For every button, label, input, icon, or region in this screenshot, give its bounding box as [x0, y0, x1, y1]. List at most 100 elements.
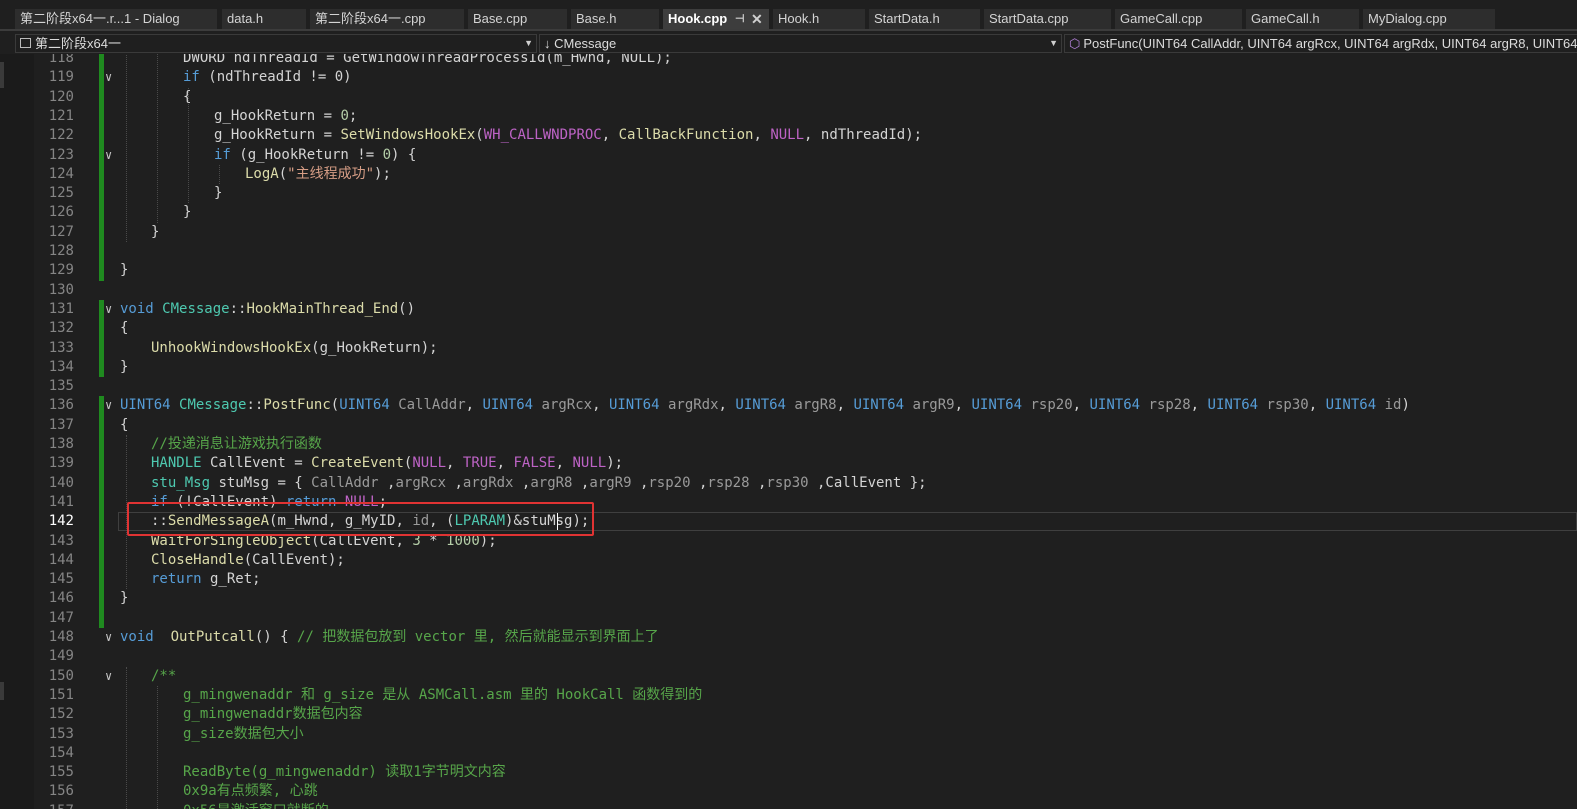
code-line[interactable]: 125} [0, 184, 1577, 203]
code-token: ReadByte(g_mingwenaddr) 读取1字节明文内容 [183, 764, 506, 781]
code-line[interactable]: 135 [0, 377, 1577, 396]
line-number: 121 [48, 107, 74, 124]
code-line[interactable]: 137 { [0, 416, 1577, 435]
code-line[interactable]: 121 g_HookReturn = 0; [0, 107, 1577, 126]
line-number: 136 [48, 397, 74, 414]
tab--x64-r-1-dialog[interactable]: 第二阶段x64一.r...1 - Dialog [15, 9, 218, 29]
scope-dropdown[interactable]: ↓ CMessage ▼ [539, 34, 1062, 53]
code-line[interactable]: 138 //投递消息让游戏执行函数 [0, 435, 1577, 454]
code-editor[interactable]: 118 DWORD ndThreadId = GetWindowThreadPro… [0, 54, 1577, 809]
code-token: CallAddr [311, 474, 379, 491]
fold-chevron-icon[interactable]: ∨ [105, 146, 117, 165]
code-token: :: [246, 397, 264, 414]
code-token: , [1308, 397, 1326, 414]
code-text: CloseHandle(CallEvent); [151, 551, 345, 570]
fold-chevron-icon[interactable]: ∨ [105, 628, 117, 647]
tab-gamecall-cpp[interactable]: GameCall.cpp [1115, 9, 1243, 29]
code-line[interactable]: 140 stu_Msg stuMsg = { CallAddr ,argRcx ,… [0, 474, 1577, 493]
code-line[interactable]: 157 0x56是激活窗口就断的 [0, 802, 1577, 809]
code-token: HookMainThread_End [246, 300, 399, 317]
tab-label: data.h [227, 11, 264, 26]
code-token: UINT64 [482, 397, 534, 414]
code-line[interactable]: 119 ∨ if (ndThreadId != 0) [0, 68, 1577, 87]
tab-mydialog-cpp[interactable]: MyDialog.cpp [1363, 9, 1496, 29]
fold-chevron-icon[interactable]: ∨ [105, 68, 117, 87]
tab-startdata-h[interactable]: StartData.h [869, 9, 981, 29]
code-text: } [183, 203, 191, 222]
code-line[interactable]: 130 [0, 281, 1577, 300]
code-line[interactable]: 154 [0, 744, 1577, 763]
tab-data-h[interactable]: data.h [222, 9, 307, 29]
code-token: ); [606, 455, 624, 472]
code-token: , [601, 127, 619, 144]
code-line[interactable]: 139 HANDLE CallEvent = CreateEvent(NULL, … [0, 454, 1577, 473]
tab-startdata-cpp[interactable]: StartData.cpp [984, 9, 1112, 29]
tab-hook-h[interactable]: Hook.h [773, 9, 866, 29]
code-line[interactable]: 124 LogA("主线程成功"); [0, 165, 1577, 184]
code-line[interactable]: 132 { [0, 319, 1577, 338]
code-line[interactable]: 128 [0, 242, 1577, 261]
code-line[interactable]: 133 UnhookWindowsHookEx(g_HookReturn); [0, 339, 1577, 358]
code-line[interactable]: 148 ∨ void OutPutcall() { // 把数据包放到 vector… [0, 628, 1577, 647]
code-token: DWORD ndThreadId = GetWindowThreadProces… [183, 54, 672, 66]
code-line[interactable]: 153 g_size数据包大小 [0, 725, 1577, 744]
project-dropdown[interactable]: 第二阶段x64一 ▼ [15, 34, 537, 53]
code-line[interactable]: 147 [0, 609, 1577, 628]
code-line[interactable]: 150 ∨ /** [0, 667, 1577, 686]
code-line[interactable]: 120 { [0, 88, 1577, 107]
code-token: ) [1401, 397, 1410, 414]
code-line[interactable]: 126} [0, 203, 1577, 222]
code-line[interactable]: 146} [0, 589, 1577, 608]
tab-label: StartData.h [874, 11, 940, 26]
code-line[interactable]: 144 CloseHandle(CallEvent); [0, 551, 1577, 570]
code-token: g_HookReturn = [214, 107, 341, 124]
code-line[interactable]: 123 ∨ if (g_HookReturn != 0) { [0, 146, 1577, 165]
code-text: } [214, 184, 222, 203]
code-token: UINT64 [1325, 397, 1377, 414]
pin-icon[interactable]: ⊣ [735, 9, 745, 29]
line-number: 149 [48, 648, 74, 665]
code-token: 0 [340, 107, 349, 124]
fold-chevron-icon[interactable]: ∨ [105, 300, 117, 319]
tab-base-h[interactable]: Base.h [571, 9, 660, 29]
code-line[interactable]: 151 g_mingwenaddr 和 g_size 是从 ASMCall.asm… [0, 686, 1577, 705]
code-text: if (ndThreadId != 0) [183, 68, 352, 87]
code-line[interactable]: 156 0x9a有点频繁, 心跳 [0, 782, 1577, 801]
tab-hook-cpp[interactable]: Hook.cpp ⊣ ✕ [663, 9, 770, 29]
fold-chevron-icon[interactable]: ∨ [105, 396, 117, 415]
code-line[interactable]: 152 g_mingwenaddr数据包内容 [0, 705, 1577, 724]
code-token: rsp28 [1148, 397, 1191, 414]
code-token: { [120, 416, 129, 433]
code-token: () [398, 300, 416, 317]
tab-gamecall-h[interactable]: GameCall.h [1246, 9, 1360, 29]
code-line[interactable]: 136 ∨ UINT64 CMessage::PostFunc(UINT64 Cal… [0, 396, 1577, 415]
line-number: 123 [48, 146, 74, 163]
code-text: g_HookReturn = SetWindowsHookEx(WH_CALLW… [214, 126, 922, 145]
line-number: 155 [48, 764, 74, 781]
code-line[interactable]: 122 g_HookReturn = SetWindowsHookEx(WH_CA… [0, 126, 1577, 145]
code-token: , [446, 474, 463, 491]
fold-chevron-icon[interactable]: ∨ [105, 667, 117, 686]
code-text: UnhookWindowsHookEx(g_HookReturn); [151, 339, 438, 358]
code-token: NULL [770, 127, 805, 144]
code-text: g_size数据包大小 [183, 725, 304, 744]
tab--x64-cpp[interactable]: 第二阶段x64一.cpp [310, 9, 465, 29]
code-token: UINT64 [608, 397, 660, 414]
close-icon[interactable]: ✕ [751, 9, 763, 29]
code-line[interactable]: 155 ReadByte(g_mingwenaddr) 读取1字节明文内容 [0, 763, 1577, 782]
code-line[interactable]: 118 DWORD ndThreadId = GetWindowThreadPro… [0, 54, 1577, 68]
code-token: void [120, 629, 154, 645]
code-token: CreateEvent [311, 455, 404, 472]
code-line[interactable]: 129} [0, 261, 1577, 280]
code-line[interactable]: 145 return g_Ret; [0, 570, 1577, 589]
code-line[interactable]: 149 [0, 647, 1577, 666]
line-number: 137 [48, 416, 74, 433]
code-line[interactable]: 127} [0, 223, 1577, 242]
line-number: 119 [48, 69, 74, 86]
code-line[interactable]: 131 ∨ void CMessage::HookMainThread_End() [0, 300, 1577, 319]
member-dropdown[interactable]: ⬡ PostFunc(UINT64 CallAddr, UINT64 argRcx… [1064, 34, 1577, 53]
code-line[interactable]: 134} [0, 358, 1577, 377]
tab-base-cpp[interactable]: Base.cpp [468, 9, 568, 29]
